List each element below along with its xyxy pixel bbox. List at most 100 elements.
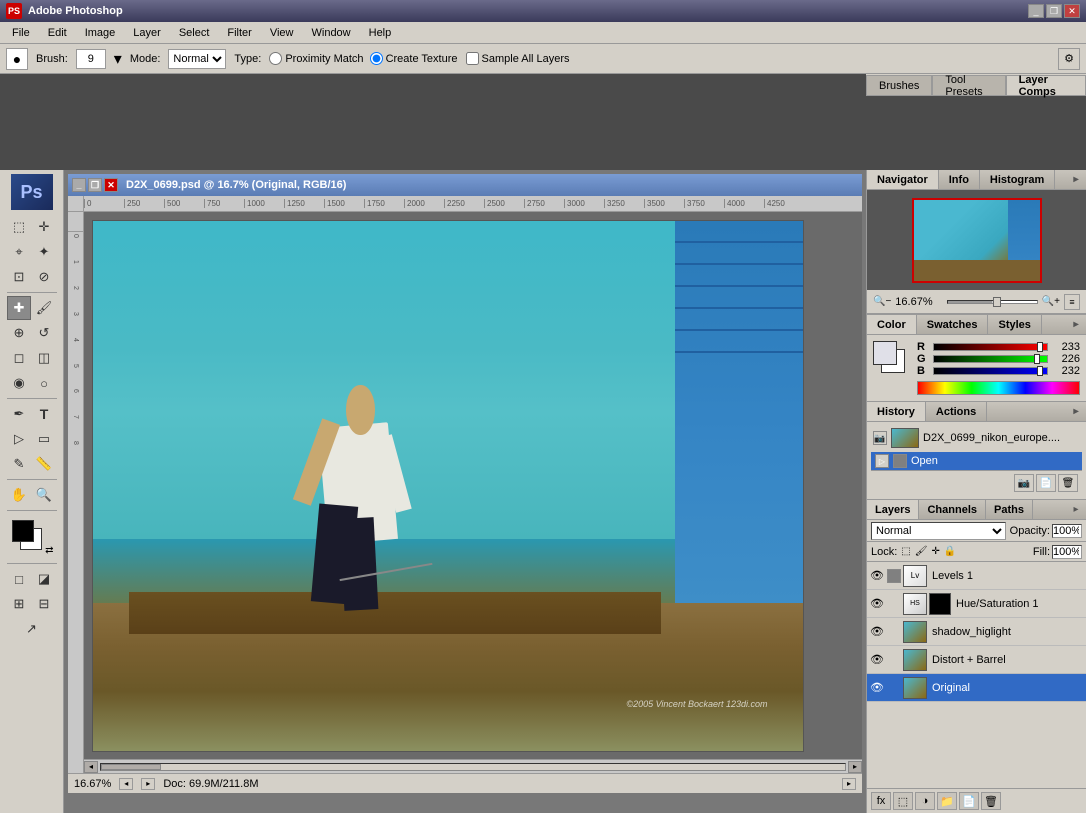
layer-link-shadow[interactable] (887, 625, 901, 639)
r-slider-track[interactable] (933, 343, 1048, 351)
canvas-image[interactable]: ©2005 Vincent Bockaert 123di.com (92, 220, 804, 752)
history-new-document-button[interactable]: 📄 (1036, 474, 1056, 492)
canvas-viewport[interactable]: ©2005 Vincent Bockaert 123di.com (84, 212, 862, 793)
history-toggle[interactable]: ▸ (1069, 405, 1083, 419)
doc-close-button[interactable]: ✕ (104, 178, 118, 192)
horizontal-scrollbar[interactable]: ◂ ▸ (84, 759, 862, 773)
layer-link-distort[interactable] (887, 653, 901, 667)
layer-row-distort[interactable]: 👁 Distort + Barrel (867, 646, 1086, 674)
brush-size-input[interactable]: 9 (76, 49, 106, 69)
layer-adjustment-button[interactable]: ◑ (915, 792, 935, 810)
standard-mode-button[interactable]: □ (7, 567, 31, 591)
foreground-color-swatch[interactable] (12, 520, 34, 542)
layer-group-button[interactable]: 📁 (937, 792, 957, 810)
scroll-thumb[interactable] (101, 764, 161, 770)
marquee-tool[interactable]: ⬚ (7, 215, 31, 239)
clone-stamp-tool[interactable]: ⊕ (7, 321, 31, 345)
tab-layer-comps[interactable]: Layer Comps (1006, 75, 1086, 95)
eraser-tool[interactable]: ◻ (7, 346, 31, 370)
b-slider-thumb[interactable] (1037, 366, 1043, 376)
history-snapshot-button[interactable]: 📷 (1014, 474, 1034, 492)
g-slider-thumb[interactable] (1034, 354, 1040, 364)
tab-swatches[interactable]: Swatches (917, 315, 989, 334)
brush-dropdown-icon[interactable]: ▾ (114, 49, 122, 69)
tab-styles[interactable]: Styles (988, 315, 1041, 334)
tab-history[interactable]: History (867, 402, 926, 421)
type-tool[interactable]: T (32, 402, 56, 426)
layer-visibility-levels[interactable]: 👁 (869, 568, 885, 584)
layer-mask-hue-sat[interactable] (929, 593, 951, 615)
menu-filter[interactable]: Filter (219, 25, 259, 41)
brush-tool[interactable]: 🖌 (32, 296, 56, 320)
tab-paths[interactable]: Paths (986, 500, 1033, 519)
proximity-match-radio[interactable]: Proximity Match (269, 52, 363, 65)
menu-select[interactable]: Select (171, 25, 218, 41)
gradient-tool[interactable]: ◫ (32, 346, 56, 370)
menu-edit[interactable]: Edit (40, 25, 75, 41)
history-item-open[interactable]: ▷ Open (871, 452, 1082, 470)
lock-image-icon[interactable]: 🖌 (915, 546, 928, 557)
swap-colors-icon[interactable]: ⇄ (45, 545, 53, 556)
layers-toggle[interactable]: ▸ (1069, 503, 1083, 517)
layer-visibility-hue-sat[interactable]: 👁 (869, 596, 885, 612)
menu-layer[interactable]: Layer (125, 25, 169, 41)
layer-delete-button[interactable]: 🗑 (981, 792, 1001, 810)
eyedropper-tool[interactable]: ⊘ (32, 265, 56, 289)
scroll-track[interactable] (100, 763, 846, 771)
magic-wand-tool[interactable]: ✦ (32, 240, 56, 264)
g-slider-track[interactable] (933, 355, 1048, 363)
options-extra-button[interactable]: ⚙ (1058, 48, 1080, 70)
scroll-left-button[interactable]: ◂ (84, 761, 98, 773)
sample-all-layers-checkbox[interactable]: Sample All Layers (466, 52, 570, 65)
layer-mask-button[interactable]: ⬚ (893, 792, 913, 810)
dodge-tool[interactable]: ○ (32, 371, 56, 395)
zoom-slider-thumb[interactable] (993, 297, 1001, 307)
tab-tool-presets[interactable]: Tool Presets (932, 75, 1005, 95)
layer-link-original[interactable] (887, 681, 901, 695)
history-snapshot-icon[interactable]: 📷 (873, 431, 887, 445)
layer-visibility-distort[interactable]: 👁 (869, 652, 885, 668)
lock-position-icon[interactable]: ✛ (931, 546, 939, 557)
brush-preview[interactable]: ● (6, 48, 28, 70)
rectangle-tool[interactable]: ▭ (32, 427, 56, 451)
menu-file[interactable]: File (4, 25, 38, 41)
navigator-preview[interactable] (867, 190, 1086, 290)
foreground-color-box[interactable] (873, 341, 897, 365)
color-spectrum[interactable] (917, 381, 1080, 395)
layer-link-hue-sat[interactable] (887, 597, 901, 611)
navigator-toggle[interactable]: ▸ (1069, 173, 1083, 187)
restore-button[interactable]: ❐ (1046, 4, 1062, 18)
mode-select[interactable]: Normal (168, 49, 226, 69)
layer-row-shadow[interactable]: 👁 shadow_higlight (867, 618, 1086, 646)
nav-thumbnail[interactable] (912, 198, 1042, 283)
zoom-tool[interactable]: 🔍 (32, 483, 56, 507)
blur-tool[interactable]: ◉ (7, 371, 31, 395)
layer-visibility-original[interactable]: 👁 (869, 680, 885, 696)
menu-help[interactable]: Help (361, 25, 400, 41)
lasso-tool[interactable]: ⌖ (7, 240, 31, 264)
tab-brushes[interactable]: Brushes (866, 75, 932, 95)
doc-minimize-button[interactable]: _ (72, 178, 86, 192)
layer-style-button[interactable]: fx (871, 792, 891, 810)
move-tool[interactable]: ✛ (32, 215, 56, 239)
blend-mode-select[interactable]: Normal (871, 522, 1006, 540)
create-texture-radio[interactable]: Create Texture (370, 52, 458, 65)
pen-tool[interactable]: ✒ (7, 402, 31, 426)
crop-tool[interactable]: ⊡ (7, 265, 31, 289)
jump-button[interactable]: ↗ (20, 617, 44, 641)
layer-row-original[interactable]: 👁 Original (867, 674, 1086, 702)
lock-transparent-icon[interactable]: ⬚ (901, 546, 910, 557)
scroll-right-button[interactable]: ▸ (848, 761, 862, 773)
tab-layers[interactable]: Layers (867, 500, 919, 519)
zoom-in-icon[interactable]: 🔍+ (1042, 296, 1060, 307)
lock-all-icon[interactable]: 🔒 (944, 546, 956, 557)
status-arrow[interactable]: ▸ (842, 778, 856, 790)
zoom-slider[interactable] (947, 300, 1037, 304)
tab-actions[interactable]: Actions (926, 402, 987, 421)
doc-restore-button[interactable]: ❐ (88, 178, 102, 192)
color-picker[interactable]: ⇄ (10, 518, 54, 556)
quick-mask-button[interactable]: ◪ (32, 567, 56, 591)
layer-new-button[interactable]: 📄 (959, 792, 979, 810)
close-button[interactable]: ✕ (1064, 4, 1080, 18)
healing-brush-tool[interactable]: ✚ (7, 296, 31, 320)
